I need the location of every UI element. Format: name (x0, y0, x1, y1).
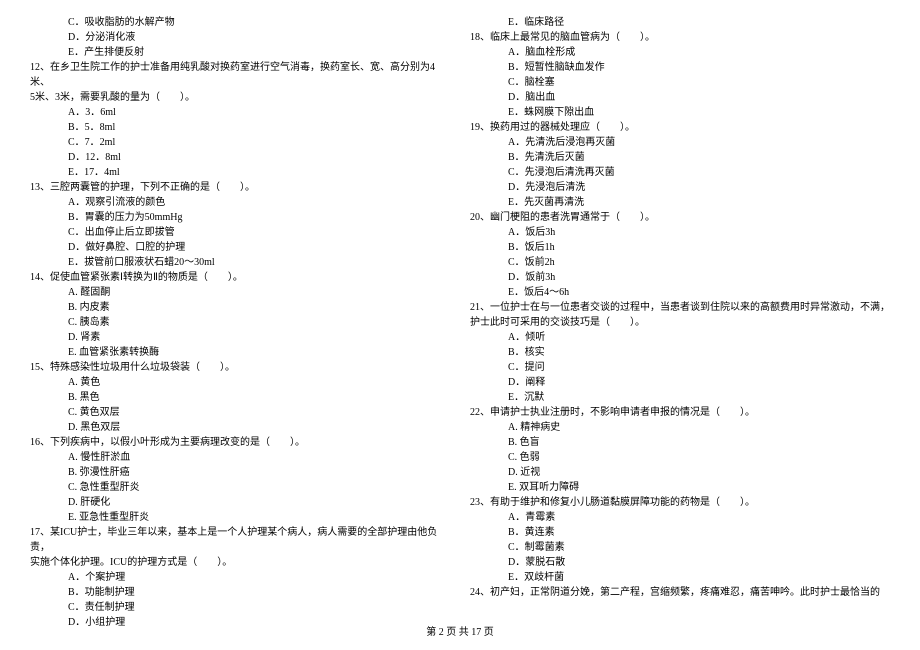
q15-option-d: D. 黑色双层 (30, 420, 450, 435)
q13-option-c: C．出血停止后立即拔管 (30, 225, 450, 240)
q21-stem-a: 21、一位护士在与一位患者交谈的过程中，当患者谈到住院以来的高额费用时异常激动，… (470, 300, 890, 315)
q14-option-a: A. 醛固酮 (30, 285, 450, 300)
q18-option-a: A．脑血栓形成 (470, 45, 890, 60)
q21-stem-b: 护士此时可采用的交谈技巧是（ ）。 (470, 315, 890, 330)
q20-option-a: A．饭后3h (470, 225, 890, 240)
q19-option-b: B．先清洗后灭菌 (470, 150, 890, 165)
q22-option-d: D. 近视 (470, 465, 890, 480)
q23-option-b: B．黄连素 (470, 525, 890, 540)
q15-option-b: B. 黑色 (30, 390, 450, 405)
q23-option-d: D．蒙脱石散 (470, 555, 890, 570)
q11-option-d: D．分泌消化液 (30, 30, 450, 45)
q13-option-e: E．拔管前口服液状石蜡20～30ml (30, 255, 450, 270)
q15-stem: 15、特殊感染性垃圾用什么垃圾袋装（ ）。 (30, 360, 450, 375)
q19-option-d: D．先浸泡后清洗 (470, 180, 890, 195)
q23-option-c: C．制霉菌素 (470, 540, 890, 555)
q12-stem-b: 5米、3米，需要乳酸的量为（ ）。 (30, 90, 450, 105)
q12-option-a: A．3．6ml (30, 105, 450, 120)
q17-stem-a: 17、某ICU护士，毕业三年以来，基本上是一个人护理某个病人，病人需要的全部护理… (30, 525, 450, 555)
q11-option-e: E．产生排便反射 (30, 45, 450, 60)
q14-stem: 14、促使血管紧张素Ⅰ转换为Ⅱ的物质是（ ）。 (30, 270, 450, 285)
q15-option-c: C. 黄色双层 (30, 405, 450, 420)
right-column: E．临床路径 18、临床上最常见的脑血管病为（ ）。 A．脑血栓形成 B．短暂性… (470, 15, 890, 615)
q19-option-e: E．先灭菌再清洗 (470, 195, 890, 210)
q17-stem-b: 实施个体化护理。ICU的护理方式是（ ）。 (30, 555, 450, 570)
q19-option-c: C．先浸泡后清洗再灭菌 (470, 165, 890, 180)
q16-option-b: B. 弥漫性肝癌 (30, 465, 450, 480)
q24-stem: 24、初产妇，正常阴道分娩，第二产程，宫缩频繁，疼痛难忍，痛苦呻吟。此时护士最恰… (470, 585, 890, 600)
q18-option-e: E．蛛网膜下隙出血 (470, 105, 890, 120)
q12-option-d: D．12．8ml (30, 150, 450, 165)
q23-option-a: A．青霉素 (470, 510, 890, 525)
q13-option-b: B．胃囊的压力为50mmHg (30, 210, 450, 225)
q21-option-d: D．阐释 (470, 375, 890, 390)
left-column: C．吸收脂肪的水解产物 D．分泌消化液 E．产生排便反射 12、在乡卫生院工作的… (30, 15, 450, 615)
q13-option-a: A．观察引流液的颜色 (30, 195, 450, 210)
page-footer: 第 2 页 共 17 页 (0, 625, 920, 640)
q22-option-b: B. 色盲 (470, 435, 890, 450)
q23-stem: 23、有助于维护和修复小儿肠道黏膜屏障功能的药物是（ ）。 (470, 495, 890, 510)
q16-option-d: D. 肝硬化 (30, 495, 450, 510)
q20-option-d: D．饭前3h (470, 270, 890, 285)
q17-option-a: A．个案护理 (30, 570, 450, 585)
q22-stem: 22、申请护士执业注册时，不影响申请者申报的情况是（ ）。 (470, 405, 890, 420)
q12-option-e: E．17．4ml (30, 165, 450, 180)
page-content: C．吸收脂肪的水解产物 D．分泌消化液 E．产生排便反射 12、在乡卫生院工作的… (0, 0, 920, 625)
q23-option-e: E．双歧杆菌 (470, 570, 890, 585)
q17-option-c: C．责任制护理 (30, 600, 450, 615)
q21-option-c: C．提问 (470, 360, 890, 375)
q18-stem: 18、临床上最常见的脑血管病为（ ）。 (470, 30, 890, 45)
q20-option-b: B．饭后1h (470, 240, 890, 255)
q15-option-a: A. 黄色 (30, 375, 450, 390)
q18-option-d: D．脑出血 (470, 90, 890, 105)
q17-option-e: E．临床路径 (470, 15, 890, 30)
q14-option-e: E. 血管紧张素转换酶 (30, 345, 450, 360)
q14-option-b: B. 内皮素 (30, 300, 450, 315)
q16-option-c: C. 急性重型肝炎 (30, 480, 450, 495)
q22-option-c: C. 色弱 (470, 450, 890, 465)
q14-option-d: D. 肾素 (30, 330, 450, 345)
q19-stem: 19、换药用过的器械处理应（ ）。 (470, 120, 890, 135)
q22-option-a: A. 精神病史 (470, 420, 890, 435)
q20-stem: 20、幽门梗阻的患者洗胃通常于（ ）。 (470, 210, 890, 225)
q19-option-a: A．先清洗后浸泡再灭菌 (470, 135, 890, 150)
q12-stem-a: 12、在乡卫生院工作的护士准备用纯乳酸对换药室进行空气消毒，换药室长、宽、高分别… (30, 60, 450, 90)
q21-option-b: B．核实 (470, 345, 890, 360)
q13-stem: 13、三腔两囊管的护理，下列不正确的是（ ）。 (30, 180, 450, 195)
q16-option-a: A. 慢性肝淤血 (30, 450, 450, 465)
q16-stem: 16、下列疾病中，以假小叶形成为主要病理改变的是（ ）。 (30, 435, 450, 450)
q21-option-a: A．倾听 (470, 330, 890, 345)
q20-option-c: C．饭前2h (470, 255, 890, 270)
q18-option-b: B．短暂性脑缺血发作 (470, 60, 890, 75)
q12-option-b: B．5．8ml (30, 120, 450, 135)
q20-option-e: E．饭后4～6h (470, 285, 890, 300)
q22-option-e: E. 双耳听力障碍 (470, 480, 890, 495)
q21-option-e: E．沉默 (470, 390, 890, 405)
q18-option-c: C．脑栓塞 (470, 75, 890, 90)
q14-option-c: C. 胰岛素 (30, 315, 450, 330)
q11-option-c: C．吸收脂肪的水解产物 (30, 15, 450, 30)
q13-option-d: D．做好鼻腔、口腔的护理 (30, 240, 450, 255)
q16-option-e: E. 亚急性重型肝炎 (30, 510, 450, 525)
q12-option-c: C．7．2ml (30, 135, 450, 150)
q17-option-b: B．功能制护理 (30, 585, 450, 600)
